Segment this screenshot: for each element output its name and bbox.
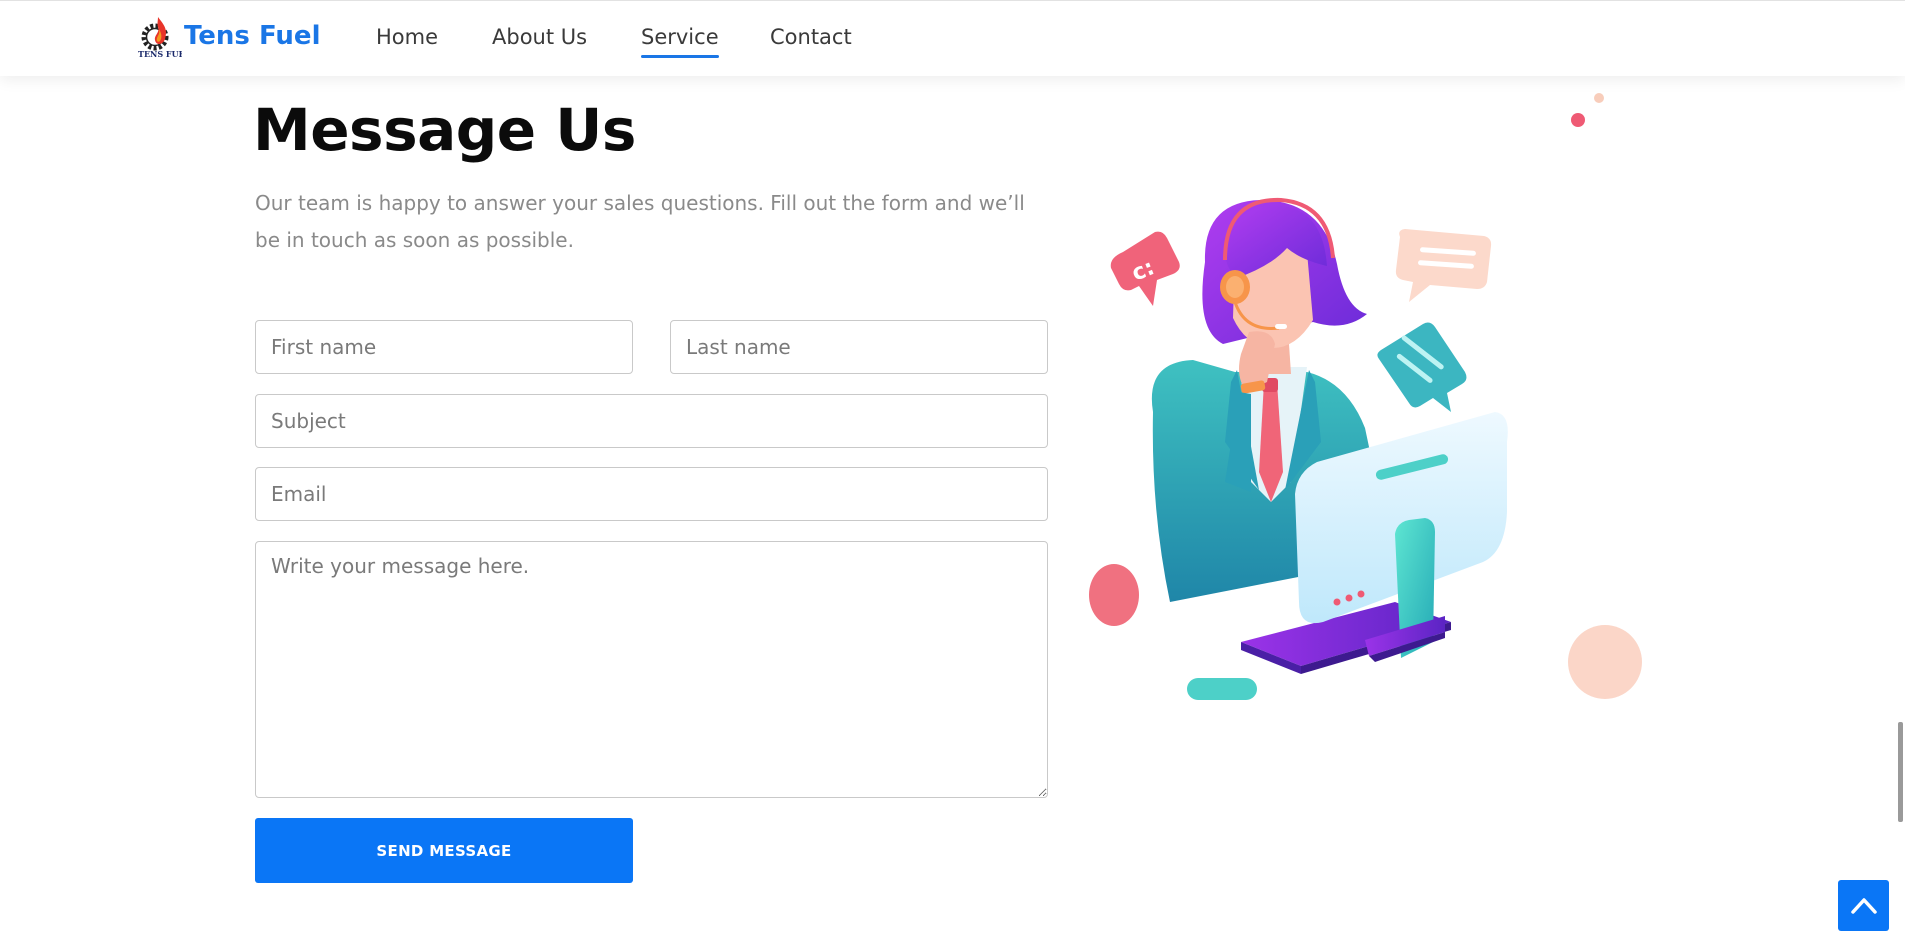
customer-support-illustration: c:: [1089, 93, 1642, 700]
chat-bubble-icon: c:: [1110, 231, 1180, 306]
email-field[interactable]: [255, 467, 1048, 521]
site-header: TENS FUEL Tens Fuel Home About Us Servic…: [0, 0, 1905, 76]
last-name-field[interactable]: [670, 320, 1048, 374]
logo-text[interactable]: Tens Fuel: [184, 21, 320, 51]
nav-service[interactable]: Service: [641, 25, 719, 58]
comment-bubble-icon: [1377, 322, 1467, 412]
nav-home[interactable]: Home: [376, 25, 438, 49]
subject-field[interactable]: [255, 394, 1048, 448]
send-message-button[interactable]: SEND MESSAGE: [255, 818, 633, 883]
page-title: Message Us: [253, 96, 636, 164]
first-name-field[interactable]: [255, 320, 633, 374]
page-subtitle: Our team is happy to answer your sales q…: [255, 191, 1025, 252]
chevron-up-icon: [1850, 897, 1877, 914]
scroll-to-top-button[interactable]: [1838, 880, 1889, 931]
logo-icon[interactable]: TENS FUEL: [138, 15, 182, 61]
message-field[interactable]: [255, 541, 1048, 798]
page-scrollbar[interactable]: [1898, 722, 1903, 822]
nav-about-us[interactable]: About Us: [492, 25, 587, 49]
nav-contact[interactable]: Contact: [770, 25, 852, 49]
logo-small-text: TENS FUEL: [138, 49, 182, 59]
message-bubble-icon: [1395, 229, 1492, 302]
